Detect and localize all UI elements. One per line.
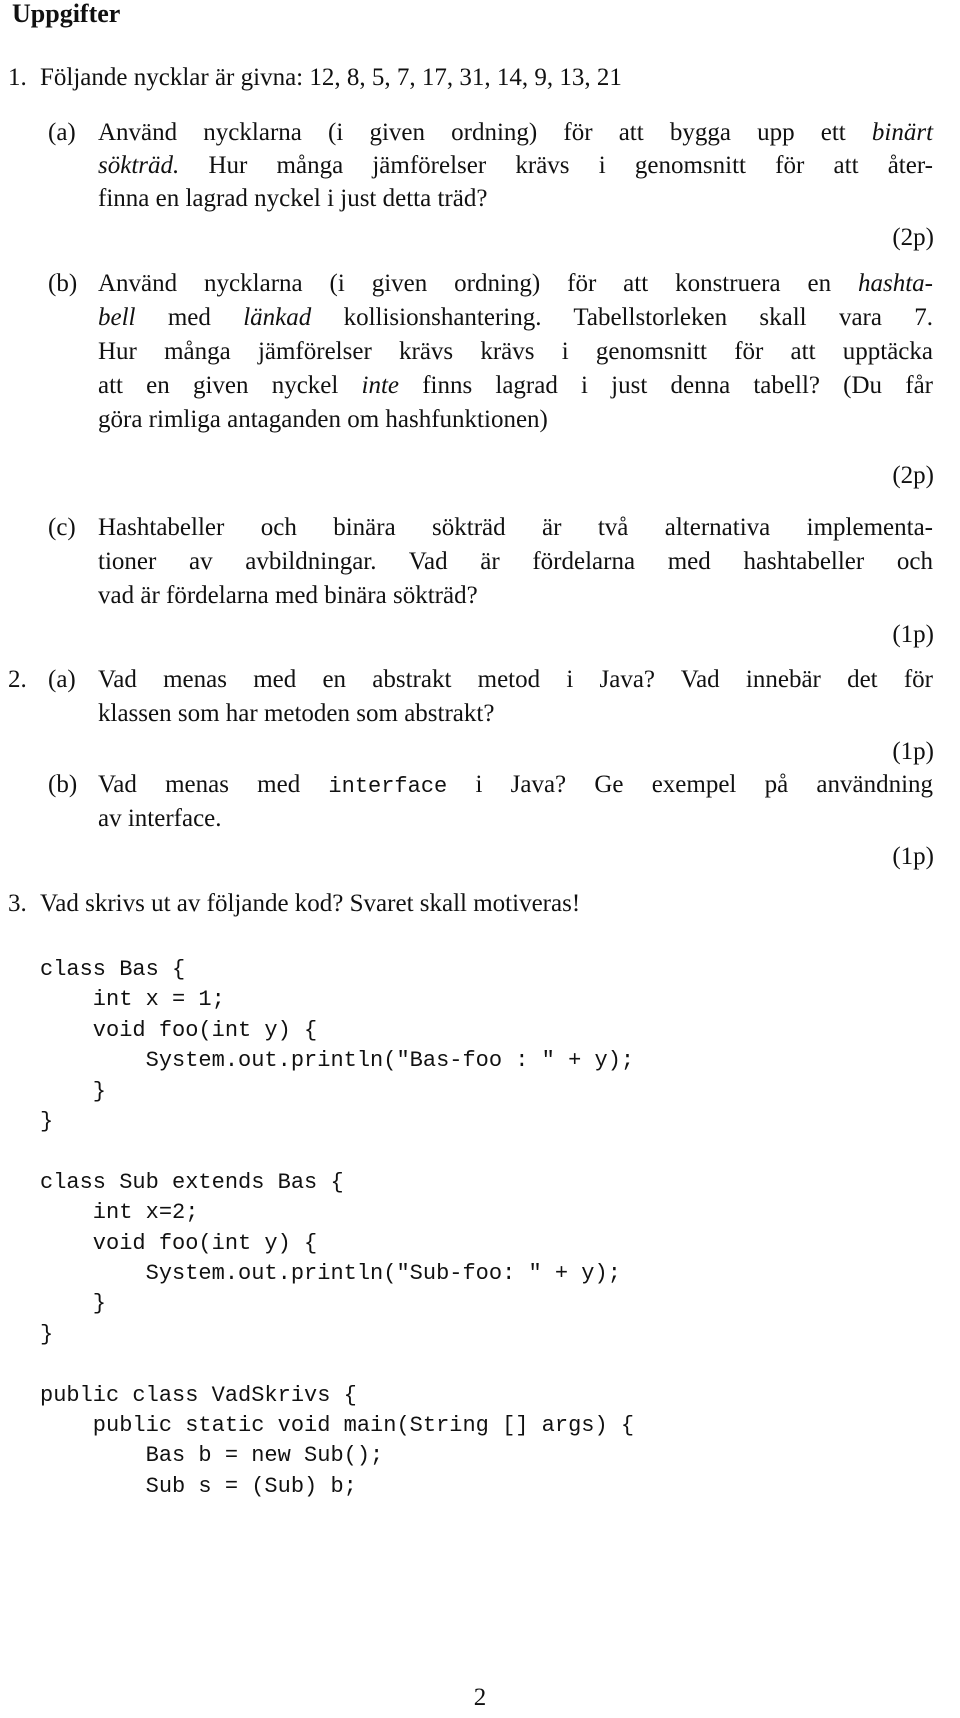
code-line: class Sub extends Bas { [40, 1169, 344, 1195]
code-line: public static void main(String [] args) … [40, 1413, 635, 1438]
q1c-label: (c) [48, 514, 76, 541]
q1b-term-hashtabell: hashta- [858, 270, 933, 297]
code-line: int x = 1; [40, 987, 225, 1013]
code-line: void foo(int y) { [40, 1017, 318, 1043]
code-line: Bas b = new Sub(); [40, 1443, 384, 1469]
q2b-line1-pre: Vad menas med [98, 771, 301, 798]
q2a-line2: klassen som har metoden som abstrakt? [98, 700, 495, 727]
q1c-line1: Hashtabeller och binära sökträd är två a… [98, 514, 933, 541]
q1c-points: (1p) [892, 621, 934, 648]
code-line: } [40, 1109, 54, 1134]
q1c-line2: tioner av avbildningar. Vad är fördelarn… [98, 548, 933, 575]
q1b-line2: bell med länkad kollisionshantering. Tab… [98, 301, 933, 335]
q1-intro: Följande nycklar är givna: 12, 8, 5, 7, … [40, 64, 622, 91]
q1a-line2-text: Hur många jämförelser krävs i genomsnitt… [208, 152, 934, 179]
q1a-term-binart: binärt [871, 119, 934, 146]
q3-text: Vad skrivs ut av följande kod? Svaret sk… [40, 890, 581, 917]
q2b-line2: av interface. [98, 805, 222, 832]
q1b-term-bell: bell [98, 304, 136, 331]
q1b-term-inte: inte [361, 372, 400, 399]
code-line: } [40, 1078, 107, 1104]
q2b-code-interface: interface [328, 774, 448, 799]
code-line: public class VadSkrivs { [40, 1382, 357, 1408]
q2b-line1-post: i Java? Ge exempel på användning [475, 771, 934, 798]
q1b-label: (b) [48, 270, 78, 297]
q1a-line1: Använd nycklarna (i given ordning) för a… [98, 116, 933, 150]
code-line: System.out.println("Sub-foo: " + y); [40, 1261, 621, 1286]
q2b-line1: Vad menas med interface i Java? Ge exemp… [98, 768, 933, 804]
q2-number: 2. [8, 666, 27, 693]
q1b-line2-text: kollisionshantering. Tabellstorleken ska… [343, 304, 934, 331]
q1b-line4: att en given nyckel inte finns lagrad i … [98, 369, 933, 403]
code-line: class Bas { [40, 957, 186, 982]
code-line: } [40, 1291, 107, 1317]
q1b-line5: göra rimliga antaganden om hashfunktione… [98, 406, 548, 433]
code-line: void foo(int y) { [40, 1230, 318, 1256]
q2b-label: (b) [48, 771, 78, 798]
q2b-points: (1p) [892, 843, 934, 870]
q1b-line4-pre: att en given nyckel [98, 372, 339, 399]
q1a-line3: finna en lagrad nyckel i just detta träd… [98, 185, 488, 212]
q1c-line3: vad är fördelarna med binära sökträd? [98, 582, 478, 609]
q2a-line1: Vad menas med en abstrakt metod i Java? … [98, 666, 933, 693]
q3-number: 3. [8, 890, 27, 917]
q2a-points: (1p) [892, 738, 934, 765]
q1b-line2-med: med [167, 304, 211, 331]
code-line: int x=2; [40, 1200, 199, 1226]
q1a-line2: sökträd. Hur många jämförelser krävs i g… [98, 149, 933, 183]
page-number: 2 [473, 1684, 487, 1711]
q1a-points: (2p) [892, 224, 934, 251]
q1-number: 1. [8, 64, 27, 91]
q1b-line1: Använd nycklarna (i given ordning) för a… [98, 267, 933, 301]
code-line: Sub s = (Sub) b; [40, 1473, 357, 1499]
q1a-line1-text: Använd nycklarna (i given ordning) för a… [98, 119, 846, 146]
page-heading: Uppgifter [12, 0, 121, 28]
q2a-label: (a) [48, 666, 76, 693]
q1b-line3: Hur många jämförelser krävs krävs i geno… [98, 338, 933, 365]
q1b-line4-post: finns lagrad i just denna tabell? (Du få… [422, 372, 933, 399]
code-line: System.out.println("Bas-foo : " + y); [40, 1048, 635, 1074]
q1b-term-lankad: länkad [243, 304, 312, 331]
q1a-label: (a) [48, 119, 76, 146]
q1a-term-soktrad: sökträd. [98, 152, 180, 179]
q1b-points: (2p) [892, 462, 934, 489]
code-line: } [40, 1321, 54, 1347]
q1b-line1-text: Använd nycklarna (i given ordning) för a… [98, 270, 832, 297]
